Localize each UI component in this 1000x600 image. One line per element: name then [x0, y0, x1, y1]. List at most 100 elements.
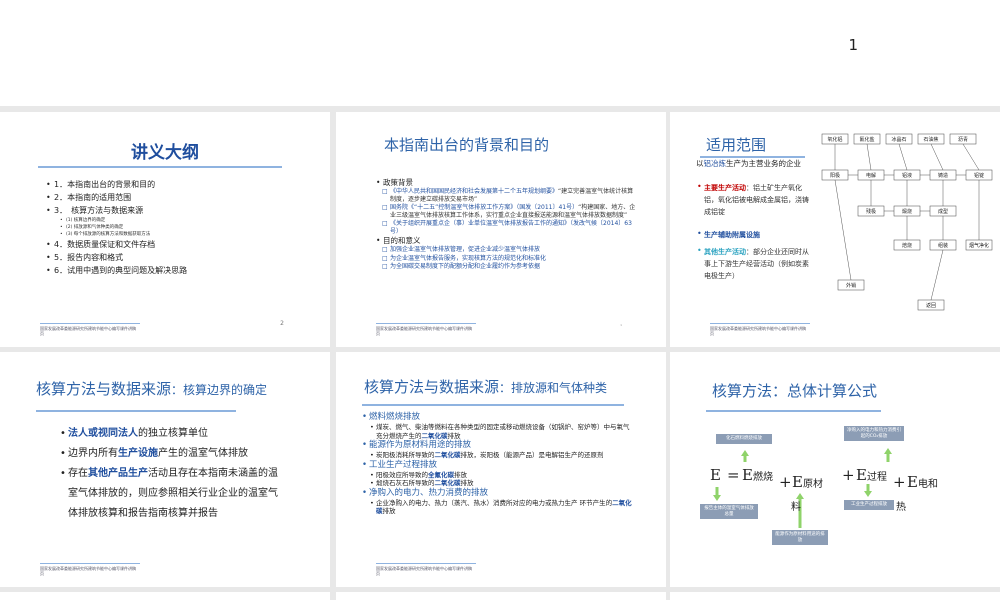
outline-item: 2．本指南的适用范围 — [46, 191, 216, 204]
outline-item: 6．试用中遇到的典型问题及解决思路 — [46, 264, 216, 277]
source-text-pre: 企业净购入的电力、热力（蒸汽、热水）消费所对应的电力或热力生产 环节产生的 — [376, 498, 613, 507]
source-detail: 炭阳极消耗所导致的二氧化碳排放，炭阳极（能源产品）是电解铝生产的还原剂 — [362, 451, 632, 460]
purpose-text: 为全国碳交易制度下的配额分配和企业履约作为参考依据 — [390, 263, 541, 270]
title-rule — [38, 166, 282, 168]
boundary-text-em: 生产设施 — [118, 448, 158, 459]
boundary-list: 法人或视同法人的独立核算单位边界内所有生产设施产生的温室气体排放存在其他产品生产… — [60, 424, 285, 524]
bullet-icon: • — [697, 246, 702, 255]
bullet-icon: • — [697, 182, 702, 191]
purpose-item: 为全国碳交易制度下的配额分配和企业履约作为参考依据 — [376, 263, 638, 271]
outline-item: 1．本指南出台的背景和目的 — [46, 178, 216, 191]
flow-node-label: 煅烧 — [902, 208, 912, 215]
formula-term-power: E电和 — [907, 473, 938, 491]
purpose-item: 加强企业温室气体排放管理，促进企业减少温室气体排放 — [376, 246, 638, 254]
source-heading: 能源作为原材料用途的排放 — [362, 440, 632, 451]
slide-partial[interactable] — [336, 592, 666, 600]
purpose-text: 加强企业温室气体排放管理，促进企业减少温室气体排放 — [390, 246, 541, 253]
formula-plus: + — [842, 466, 855, 484]
title-rule — [36, 410, 236, 412]
policy-link[interactable]: 《中华人民共和国国民经济和社会发展第十二个五年规划纲要》 — [390, 188, 558, 195]
source-heading: 工业生产过程排放 — [362, 460, 632, 471]
flow-node-label: 沥青 — [958, 136, 968, 143]
flow-node-label: 组装 — [938, 242, 948, 249]
slide-title: 核算方法与数据来源：排放源和气体种类 — [364, 378, 608, 396]
source-text-em: 二氧化碳 — [434, 451, 461, 459]
slide-scope[interactable]: 适用范围 以铝冶炼生产为主营业务的企业 • 主要生产活动：铝土矿生产氧化铝，氧化… — [670, 112, 1000, 347]
source-text-post: 排放 — [447, 431, 461, 440]
source-text-post: 排放 — [382, 507, 396, 515]
formula-term-fuel: E燃烧 — [742, 466, 773, 484]
policy-item: 国务院《“十二五”控制温室气体排放工作方案》（国发〔2011〕41号）“构建国家… — [376, 204, 638, 219]
flow-node-label: 烟气净化 — [969, 242, 989, 249]
label-box-total: 报告主体的温室气体排放总量 — [700, 504, 758, 519]
flow-node-label: 铸造 — [938, 172, 948, 179]
other-activity: 其他生产活动：部分企业还同时从事上下游生产经营活动（例如炭素电极生产） — [704, 248, 809, 280]
outline-item: 5．报告内容和格式 — [46, 251, 216, 264]
source-text-em: 二氧化碳 — [434, 479, 461, 487]
slide-footer: 国家发展改革委能源研究所建筑节能中心编写课件讲稿页 — [40, 563, 140, 576]
slide-outline[interactable]: 讲义大纲 1．本指南出台的背景和目的2．本指南的适用范围3． 核算方法与数据来源… — [0, 112, 330, 347]
source-text-em: 二氧化碳 — [421, 431, 448, 440]
source-text-pre: 炭阳极消耗所导致的 — [376, 451, 435, 459]
slide-formula[interactable]: 核算方法：总体计算公式 化石燃料燃烧排放 净购入的电力和热力消费引起的CO₂排放… — [670, 352, 1000, 587]
outline-item: (2) 排放源和气体种类的确定 — [46, 224, 216, 231]
source-text-pre: 煅烧石灰石所导致的 — [376, 479, 435, 487]
slide-title: 本指南出台的背景和目的 — [384, 136, 550, 154]
flow-node-label: 焙烧 — [902, 242, 912, 249]
flow-connector — [962, 143, 980, 171]
slide-footer: 国家发展改革委能源研究所建筑节能中心编写课件讲稿页 — [376, 323, 476, 336]
source-detail: 阳极效应所导致的全氟化碳排放 — [362, 471, 632, 480]
title-rule — [362, 404, 624, 406]
slide-footer: 国家发展改革委能源研究所建筑节能中心编写课件讲稿页 — [710, 323, 810, 336]
slide-number: 1 — [620, 323, 622, 327]
source-text-post: 排放，炭阳极（能源产品）是电解铝生产的还原剂 — [460, 451, 604, 459]
flow-node-label: 电解 — [866, 172, 876, 179]
slide-background[interactable]: 本指南出台的背景和目的 政策背景 《中华人民共和国国民经济和社会发展第十二个五年… — [336, 112, 666, 347]
outline-item: 3． 核算方法与数据来源 — [46, 204, 216, 217]
source-text-em: 全氟化碳 — [428, 470, 454, 479]
flow-connector — [930, 249, 944, 301]
flow-node-label: 铝锭 — [974, 172, 984, 179]
outline-list: 1．本指南出台的背景和目的2．本指南的适用范围3． 核算方法与数据来源(1) 核… — [46, 178, 216, 277]
purpose-item: 为企业温室气体报告服务，实现核算方法的规范化和标准化 — [376, 255, 638, 263]
top-blank-area: 1 — [0, 0, 1000, 106]
slide-title: 适用范围 — [706, 136, 767, 154]
page-number: 1 — [848, 36, 858, 54]
content-block: 政策背景 《中华人民共和国国民经济和社会发展第十二个五年规划纲要》“建立完善温室… — [376, 178, 638, 272]
outline-item: (1) 核算边界的确定 — [46, 217, 216, 224]
source-text-post: 排放 — [454, 470, 467, 479]
slide-boundary[interactable]: 核算方法与数据来源：核算边界的确定 法人或视同法人的独立核算单位边界内所有生产设… — [0, 352, 330, 587]
source-text-post: 排放 — [460, 479, 474, 487]
formula-lhs: E — [710, 466, 721, 484]
flow-connector — [866, 143, 872, 171]
aux-facility: 生产辅助附属设施 — [704, 231, 760, 239]
main-activity: 主要生产活动：铝土矿生产氧化铝，氧化铝被电解成金属铝，浇铸成铝锭 — [704, 184, 809, 216]
flow-connector — [930, 143, 944, 171]
flow-node-label: 外销 — [846, 282, 856, 289]
flow-node-label: 返回 — [926, 302, 936, 309]
flow-node-label: 石油焦 — [923, 136, 938, 143]
slide-title: 核算方法与数据来源：核算边界的确定 — [36, 380, 268, 398]
scope-lead: 以铝冶炼生产为主营业务的企业 — [696, 159, 801, 168]
boundary-item: 边界内所有生产设施产生的温室气体排放 — [60, 444, 285, 464]
boundary-text-pre: 边界内所有 — [68, 448, 118, 459]
policy-item: 《关于组织开展重点企（事）业单位温室气体排放报告工作的通知》（发改气候〔2014… — [376, 220, 638, 235]
slide-footer: 国家发展改革委能源研究所建筑节能中心编写课件讲稿页 — [40, 323, 140, 336]
sources-list: 燃料燃烧排放煤炭、燃气、柴油等燃料在各种类型的固定或移动燃烧设备（如锅炉、窑炉等… — [362, 412, 632, 516]
slide-partial[interactable] — [670, 592, 1000, 600]
section-heading: 政策背景 — [376, 178, 638, 188]
formula-equals: = — [727, 466, 740, 484]
slide-number: 2 — [280, 320, 284, 327]
flow-connector — [898, 143, 908, 171]
boundary-item: 法人或视同法人的独立核算单位 — [60, 424, 285, 444]
policy-link[interactable]: 《关于组织开展重点企（事）业单位温室气体排放报告工作的通知》（发改气候〔2014… — [390, 220, 632, 235]
policy-link[interactable]: 国务院《“十二五”控制温室气体排放工作方案》（国发〔2011〕41号） — [390, 204, 578, 211]
slide-partial[interactable] — [0, 592, 330, 600]
slide-sources[interactable]: 核算方法与数据来源：排放源和气体种类 燃料燃烧排放煤炭、燃气、柴油等燃料在各种类… — [336, 352, 666, 587]
source-heading: 燃料燃烧排放 — [362, 412, 632, 423]
source-text-pre: 阳极效应所导致的 — [376, 470, 428, 479]
flow-node-label: 成型 — [938, 208, 948, 215]
flow-node-label: 氧化铝 — [827, 136, 842, 143]
slide-title: 讲义大纲 — [131, 143, 199, 163]
policy-item: 《中华人民共和国国民经济和社会发展第十二个五年规划纲要》“建立完善温室气体统计核… — [376, 188, 638, 203]
